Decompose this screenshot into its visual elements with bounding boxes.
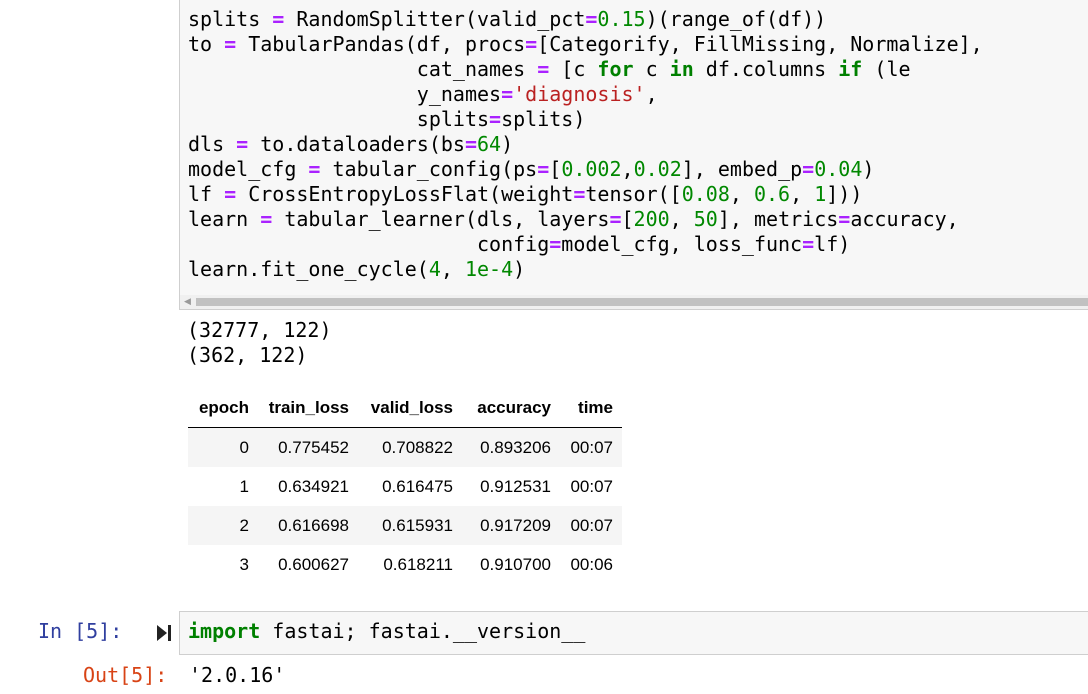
code-line[interactable]: cat_names = [c for c in df.columns if (l…: [188, 57, 983, 82]
table-row: 2 0.616698 0.615931 0.917209 00:07: [188, 506, 622, 545]
previous-code-cell[interactable]: splits = RandomSplitter(valid_pct=0.15)(…: [179, 0, 1088, 310]
cell-train-loss: 0.616698: [278, 515, 349, 535]
code-line[interactable]: y_names='diagnosis',: [188, 82, 983, 107]
cell-stdout: (32777, 122) (362, 122): [187, 318, 332, 368]
current-code-cell[interactable]: import fastai; fastai.__version__: [179, 611, 1088, 655]
cell-valid-loss: 0.615931: [382, 515, 453, 535]
cell-time: 00:07: [570, 515, 613, 535]
horizontal-scrollbar[interactable]: ◀: [180, 295, 1088, 309]
stdout-line: (32777, 122): [187, 318, 332, 342]
code-line[interactable]: splits = RandomSplitter(valid_pct=0.15)(…: [188, 7, 983, 32]
cell-epoch: 1: [239, 476, 249, 496]
run-cell-icon[interactable]: [156, 624, 172, 642]
input-prompt: In [5]:: [38, 619, 123, 643]
column-header-accuracy: accuracy: [477, 397, 551, 417]
scroll-left-arrow-icon[interactable]: ◀: [184, 295, 191, 309]
column-header-epoch: epoch: [198, 397, 249, 417]
cell-time: 00:07: [570, 476, 613, 496]
code-line[interactable]: to = TabularPandas(df, procs=[Categorify…: [188, 32, 983, 57]
code-line[interactable]: learn.fit_one_cycle(4, 1e-4): [188, 257, 983, 282]
code-line[interactable]: dls = to.dataloaders(bs=64): [188, 132, 983, 157]
cell-time: 00:06: [570, 554, 613, 574]
stdout-line: (362, 122): [187, 343, 308, 367]
cell-epoch: 0: [239, 437, 249, 457]
cell-epoch: 2: [239, 515, 249, 535]
output-prompt: Out[5]:: [83, 663, 168, 687]
column-header-valid-loss: valid_loss: [370, 397, 453, 417]
code-editor[interactable]: splits = RandomSplitter(valid_pct=0.15)(…: [188, 7, 983, 282]
cell-valid-loss: 0.618211: [383, 554, 453, 574]
cell-accuracy: 0.910700: [480, 554, 551, 574]
cell-valid-loss: 0.616475: [382, 476, 453, 496]
cell-train-loss: 0.634921: [278, 476, 349, 496]
table-row: 3 0.600627 0.618211 0.910700 00:06: [188, 545, 622, 584]
cell-accuracy: 0.917209: [480, 515, 551, 535]
column-header-train-loss: train_loss: [268, 397, 349, 417]
code-line[interactable]: learn = tabular_learner(dls, layers=[200…: [188, 207, 983, 232]
cell-output-value: '2.0.16': [189, 663, 286, 687]
cell-epoch: 3: [239, 554, 249, 574]
code-line[interactable]: model_cfg = tabular_config(ps=[0.002,0.0…: [188, 157, 983, 182]
code-line[interactable]: splits=splits): [188, 107, 983, 132]
code-line[interactable]: config=model_cfg, loss_func=lf): [188, 232, 983, 257]
cell-time: 00:07: [570, 437, 613, 457]
table-row: 1 0.634921 0.616475 0.912531 00:07: [188, 467, 622, 506]
cell-accuracy: 0.912531: [480, 476, 551, 496]
table-row: 0 0.775452 0.708822 0.893206 00:07: [188, 427, 622, 467]
column-header-time: time: [578, 397, 613, 417]
cell-accuracy: 0.893206: [480, 437, 551, 457]
scroll-thumb[interactable]: [196, 298, 1088, 306]
code-editor[interactable]: import fastai; fastai.__version__: [188, 619, 585, 644]
cell-train-loss: 0.775452: [278, 437, 349, 457]
training-results-table: epoch train_loss valid_loss accuracy tim…: [188, 388, 622, 584]
code-line[interactable]: lf = CrossEntropyLossFlat(weight=tensor(…: [188, 182, 983, 207]
table-header-row: epoch train_loss valid_loss accuracy tim…: [188, 388, 622, 428]
cell-train-loss: 0.600627: [278, 554, 349, 574]
cell-valid-loss: 0.708822: [382, 437, 453, 457]
